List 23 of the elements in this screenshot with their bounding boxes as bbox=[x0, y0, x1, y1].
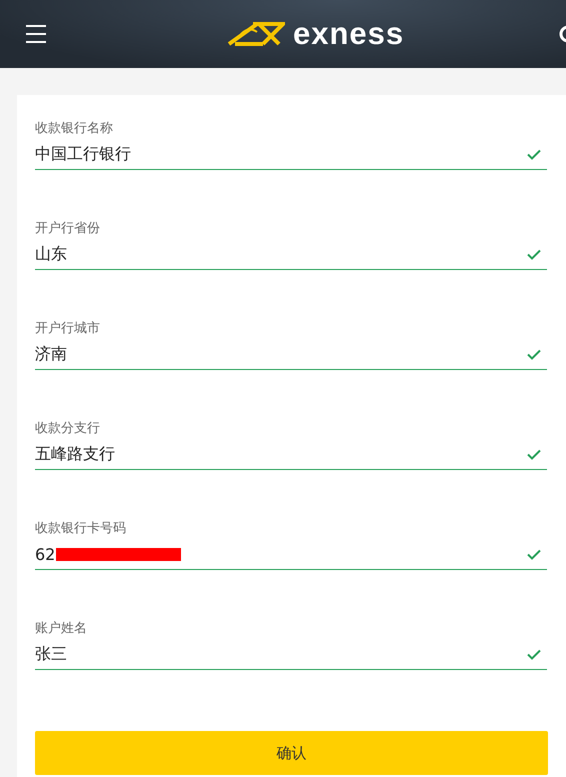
field-label: 收款银行名称 bbox=[35, 120, 114, 138]
field-value: 济南 bbox=[35, 344, 67, 364]
field-value: 62 bbox=[35, 544, 56, 564]
input-field[interactable]: 账户姓名 张三 bbox=[35, 617, 547, 670]
logo-text: exness bbox=[293, 16, 404, 52]
field-value: 张三 bbox=[35, 644, 67, 664]
field-label: 开户行省份 bbox=[35, 220, 101, 238]
input-field[interactable]: 收款银行卡号码 62 bbox=[35, 517, 547, 570]
field-value: 五峰路支行 bbox=[35, 444, 115, 464]
confirm-button[interactable]: 确认 bbox=[35, 731, 548, 775]
account-icon[interactable] bbox=[558, 24, 566, 44]
input-field[interactable]: 开户行城市 济南 bbox=[35, 317, 547, 370]
input-field[interactable]: 开户行省份 山东 bbox=[35, 217, 547, 270]
field-value: 中国工行银行 bbox=[35, 144, 131, 164]
menu-icon[interactable] bbox=[25, 24, 47, 44]
field-label: 收款银行卡号码 bbox=[35, 520, 127, 538]
input-field[interactable]: 收款银行名称 中国工行银行 bbox=[35, 117, 547, 170]
field-label: 收款分支行 bbox=[35, 420, 101, 438]
field-label: 开户行城市 bbox=[35, 320, 101, 338]
input-field[interactable]: 收款分支行 五峰路支行 bbox=[35, 417, 547, 470]
logo-icon bbox=[227, 22, 285, 46]
field-label: 账户姓名 bbox=[35, 620, 88, 638]
field-value: 山东 bbox=[35, 244, 67, 264]
